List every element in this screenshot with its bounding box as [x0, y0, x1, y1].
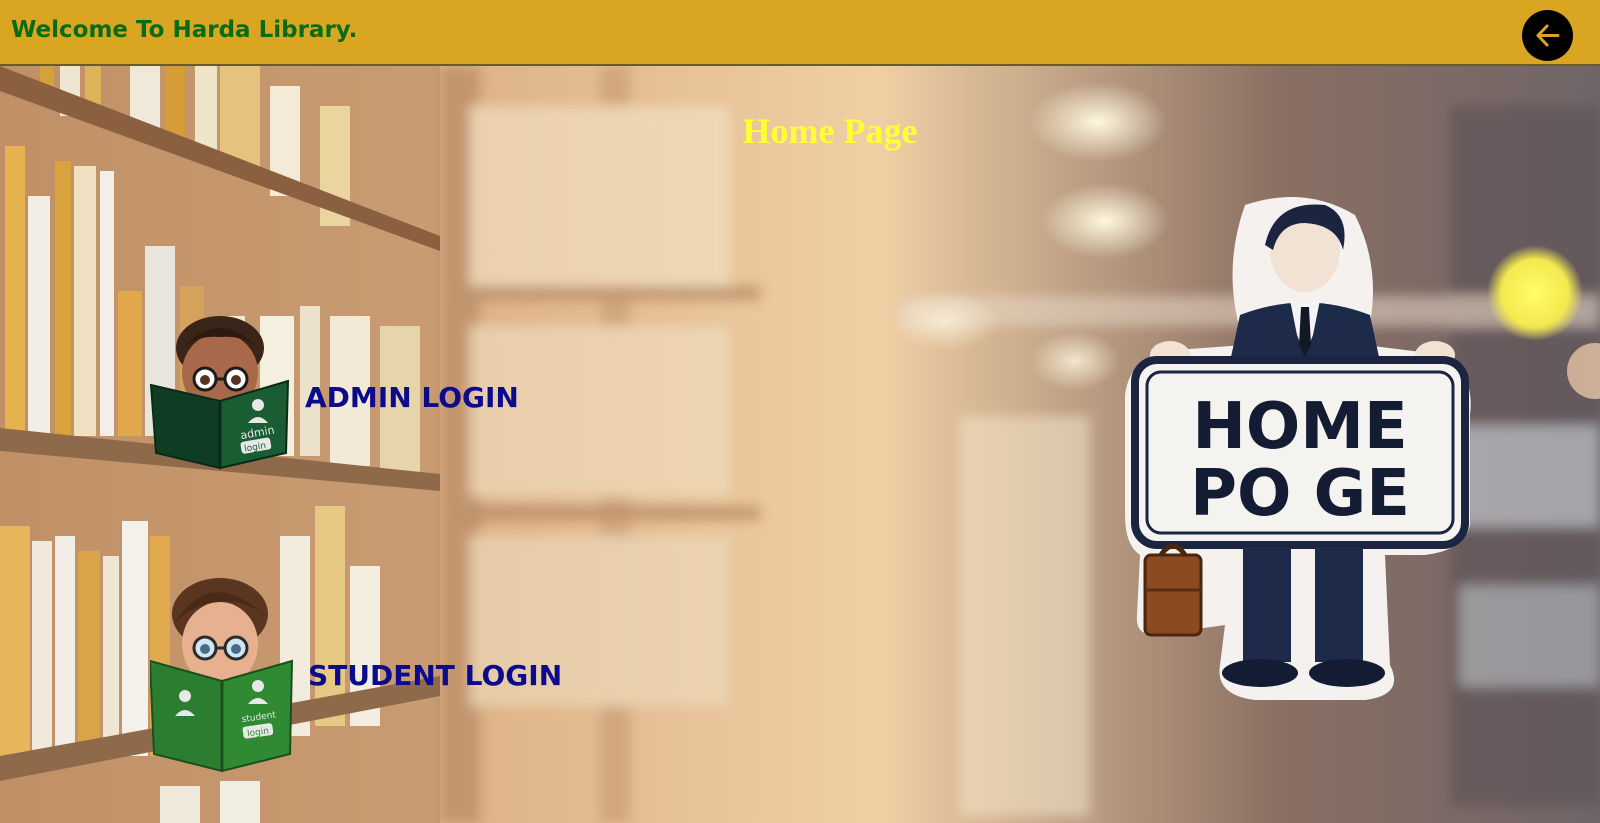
mascot-image: HOME PO GE — [1125, 197, 1471, 700]
sign-line-1: HOME — [1192, 390, 1407, 464]
home-page-mascot: HOME PO GE — [1125, 195, 1495, 709]
back-button[interactable] — [1522, 10, 1573, 61]
sign-line-2: PO GE — [1190, 457, 1410, 531]
admin-reading-icon: admin login — [149, 316, 290, 470]
admin-avatar[interactable]: admin login — [148, 313, 298, 479]
student-avatar[interactable]: student login — [148, 576, 300, 784]
welcome-text: Welcome To Harda Library. — [11, 17, 358, 43]
student-login-link[interactable]: STUDENT LOGIN — [308, 659, 562, 692]
page-title: Home Page — [742, 111, 918, 151]
header-bar: Welcome To Harda Library. — [0, 0, 1600, 66]
student-reading-icon: student login — [148, 578, 294, 773]
arrow-left-icon — [1536, 24, 1560, 47]
admin-login-link[interactable]: ADMIN LOGIN — [305, 381, 519, 414]
